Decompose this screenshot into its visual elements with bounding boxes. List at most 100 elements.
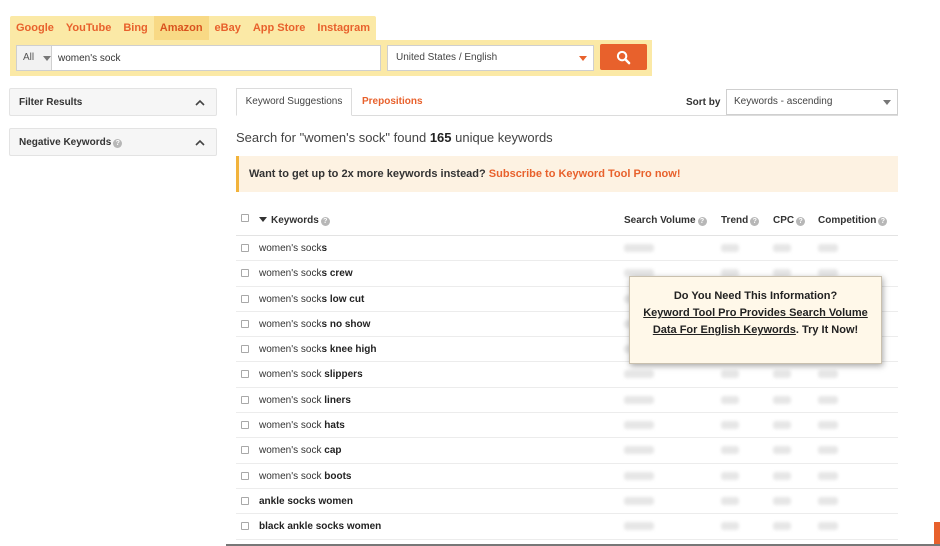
table-row: women's sock cap [236,438,898,464]
keyword-suffix: black ankle socks women [259,521,382,533]
search-volume-hidden [624,522,654,531]
keyword-cell[interactable]: ankle socks women [259,496,353,507]
promo-text-wrap: Want to get up to 2x more keywords inste… [249,168,681,180]
category-select-value: All [23,52,35,63]
competition-hidden [818,446,838,455]
source-tab-app-store[interactable]: App Store [247,16,312,40]
row-checkbox[interactable] [241,446,249,455]
help-icon[interactable]: ? [320,217,330,226]
keyword-cell[interactable]: women's socks low cut [259,294,364,305]
keyword-cell[interactable]: women's socks [259,243,327,254]
source-tab-google[interactable]: Google [10,16,60,40]
table-header: Keywords? Search Volume? Trend? CPC? Com… [236,208,898,236]
column-trend[interactable]: Trend? [721,215,760,226]
negative-keywords-panel[interactable]: Negative Keywords? [9,128,217,156]
table-row: women's socks [236,236,898,262]
trend-hidden [721,446,739,455]
table-row: ankle socks women [236,489,898,515]
keyword-suffix: s knee high [321,344,377,356]
column-competition[interactable]: Competition? [818,215,888,226]
column-keywords-label: Keywords [271,215,319,226]
trend-hidden [721,244,739,252]
location-select[interactable]: United States / English [387,45,594,71]
row-checkbox[interactable] [241,269,249,278]
keyword-base: women's sock [259,470,322,482]
keyword-cell[interactable]: women's sock liners [259,395,351,406]
source-tab-bing[interactable]: Bing [117,16,153,40]
competition-hidden [818,471,838,480]
row-checkbox[interactable] [241,421,249,430]
corner-accent [934,522,940,546]
keyword-base: women's sock [259,420,322,432]
table-row: women's sock liners [236,388,898,414]
tab-prepositions[interactable]: Prepositions [362,88,423,116]
keyword-base: women's sock [259,445,322,457]
negative-keywords-label: Negative Keywords? [19,137,123,148]
sort-desc-icon [259,217,267,222]
row-checkbox[interactable] [241,319,249,328]
sort-select[interactable]: Keywords - ascending [726,89,898,115]
keyword-cell[interactable]: women's sock slippers [259,369,363,380]
column-keywords[interactable]: Keywords? [259,215,330,226]
sort-label: Sort by [686,97,721,108]
row-checkbox[interactable] [241,370,249,379]
keyword-base: women's sock [259,344,322,356]
column-trend-label: Trend [721,215,749,226]
trend-hidden [721,421,739,430]
summary-prefix: Search for "women's sock" found [236,130,430,145]
search-volume-hidden [624,471,654,480]
keyword-base: women's sock [259,369,322,381]
column-cpc[interactable]: CPC? [773,215,806,226]
filter-results-panel[interactable]: Filter Results [9,88,217,116]
help-icon[interactable]: ? [878,217,888,226]
tab-keyword-suggestions[interactable]: Keyword Suggestions [236,88,352,116]
column-search-volume[interactable]: Search Volume? [624,215,707,226]
category-select[interactable]: All [16,45,56,71]
chevron-up-icon [195,99,205,106]
row-checkbox[interactable] [241,496,249,505]
keyword-input[interactable] [51,45,381,71]
keyword-cell[interactable]: black ankle socks women [259,521,381,532]
source-tab-youtube[interactable]: YouTube [60,16,117,40]
source-tab-amazon[interactable]: Amazon [153,16,209,40]
select-all-checkbox[interactable] [241,214,249,225]
cpc-hidden [773,496,791,505]
row-checkbox[interactable] [241,244,249,252]
column-competition-label: Competition [818,215,877,226]
source-tabs: Google YouTube Bing Amazon eBay App Store Inst… [10,16,376,40]
row-checkbox[interactable] [241,294,249,303]
table-row: women's sock hats [236,413,898,439]
keyword-cell[interactable]: women's sock hats [259,420,345,431]
keyword-cell[interactable]: women's socks knee high [259,344,377,355]
caret-down-icon [43,56,51,61]
row-checkbox[interactable] [241,395,249,404]
keyword-cell[interactable]: women's socks no show [259,319,370,330]
help-icon[interactable]: ? [697,217,707,226]
help-icon[interactable]: ? [113,139,123,148]
table-row: women's sock slippers [236,362,898,388]
popup-tail: . Try It Now! [795,324,859,336]
column-cpc-label: CPC [773,215,795,226]
keyword-cell[interactable]: women's socks crew [259,268,353,279]
row-checkbox[interactable] [241,471,249,480]
help-icon[interactable]: ? [796,217,806,226]
cpc-hidden [773,421,791,430]
subscribe-link[interactable]: Subscribe to Keyword Tool Pro now! [489,168,681,180]
trend-hidden [721,522,739,531]
chevron-up-icon [195,139,205,146]
search-button[interactable] [600,44,647,70]
row-checkbox[interactable] [241,522,249,531]
competition-hidden [818,395,838,404]
keyword-cell[interactable]: women's sock cap [259,445,342,456]
help-icon[interactable]: ? [750,217,760,226]
popup-body: Keyword Tool Pro Provides Search Volume … [642,305,869,339]
competition-hidden [818,244,838,252]
source-tab-ebay[interactable]: eBay [209,16,247,40]
row-checkbox[interactable] [241,345,249,354]
trend-hidden [721,496,739,505]
column-search-volume-label: Search Volume [624,215,696,226]
keyword-suffix: slippers [321,369,363,381]
source-tab-instagram[interactable]: Instagram [311,16,376,40]
keyword-cell[interactable]: women's sock boots [259,471,352,482]
table-row: black ankle socks women [236,514,898,540]
